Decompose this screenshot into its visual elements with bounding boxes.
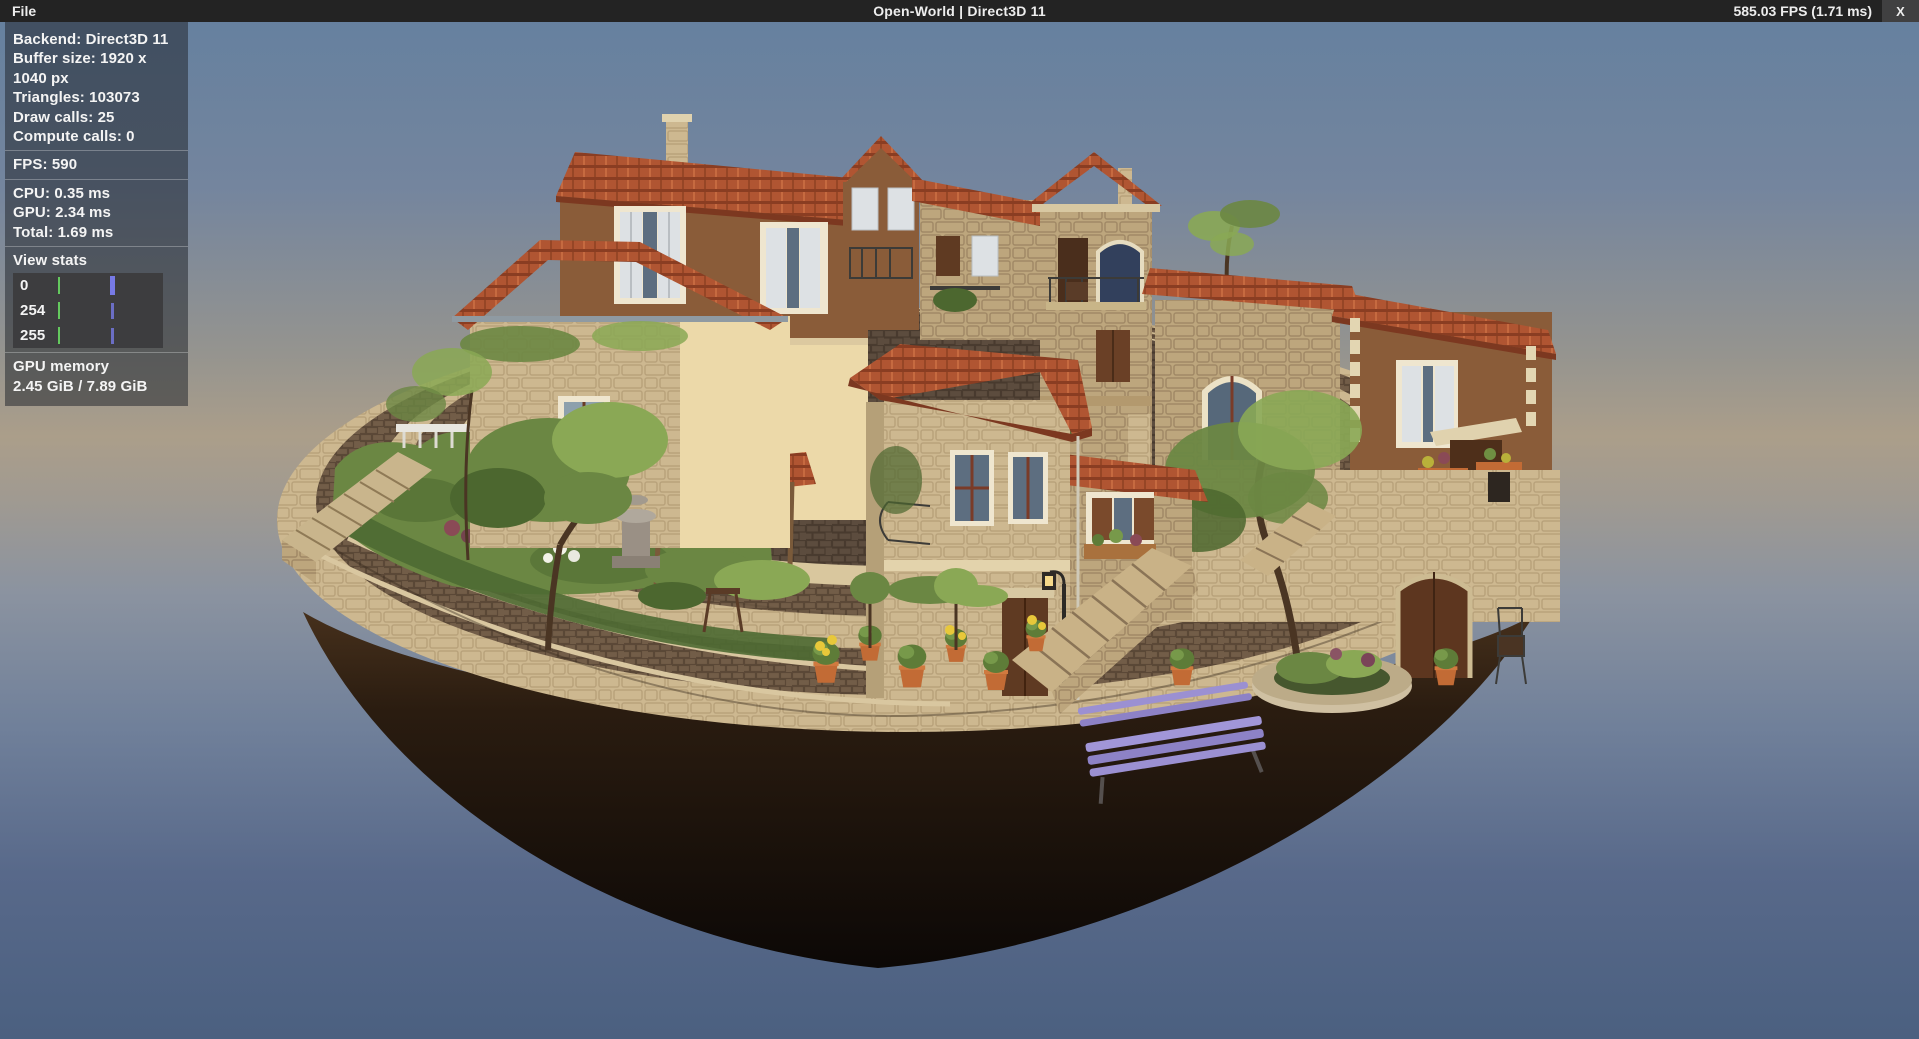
stat-fps: FPS: 590 [13,155,180,174]
stat-compute-calls: Compute calls: 0 [13,127,180,146]
view-stats-label: View stats [13,251,180,270]
divider [5,246,188,247]
stat-gpu-time: GPU: 2.34 ms [13,203,180,222]
house-gable-annex [838,136,924,330]
shuttered-window [760,222,828,314]
house-back-middle [912,178,1050,340]
stat-total-time: Total: 1.69 ms [13,223,180,242]
blue-marker [110,276,115,295]
gpu-memory-value: 2.45 GiB / 7.89 GiB [13,377,180,396]
stat-cpu-time: CPU: 0.35 ms [13,184,180,203]
green-marker [58,302,60,319]
stats-panel: Backend: Direct3D 11 Buffer size: 1920 x… [5,22,188,406]
fps-readout: 585.03 FPS (1.71 ms) [1733,3,1872,19]
divider [5,179,188,180]
view-stats-value: 254 [20,301,45,320]
green-marker [58,327,60,344]
view-stats-box: 0 254 255 [13,273,163,348]
stat-buffer-size: Buffer size: 1920 x 1040 px [13,49,180,88]
green-marker [58,277,60,294]
view-stats-value: 255 [20,326,45,345]
blue-marker [111,328,114,344]
menu-bar: File Open-World | Direct3D 11 585.03 FPS… [0,0,1919,22]
divider [5,150,188,151]
window-flowerbox [1084,492,1156,559]
file-menu[interactable]: File [0,0,48,22]
view-stats-row: 0 [13,273,163,298]
view-stats-row: 255 [13,323,163,348]
app-window: File Open-World | Direct3D 11 585.03 FPS… [0,0,1919,1039]
stat-draw-calls: Draw calls: 25 [13,108,180,127]
stat-triangles: Triangles: 103073 [13,88,180,107]
stat-backend: Backend: Direct3D 11 [13,30,180,49]
window [1008,452,1048,524]
window-title: Open-World | Direct3D 11 [873,3,1046,19]
close-button[interactable]: X [1882,0,1919,22]
gpu-memory-label: GPU memory [13,357,180,376]
viewport-3d[interactable] [0,0,1919,1039]
window [950,450,994,526]
view-stats-row: 254 [13,298,163,323]
divider [5,352,188,353]
blue-marker [111,303,114,319]
view-stats-value: 0 [20,276,28,295]
